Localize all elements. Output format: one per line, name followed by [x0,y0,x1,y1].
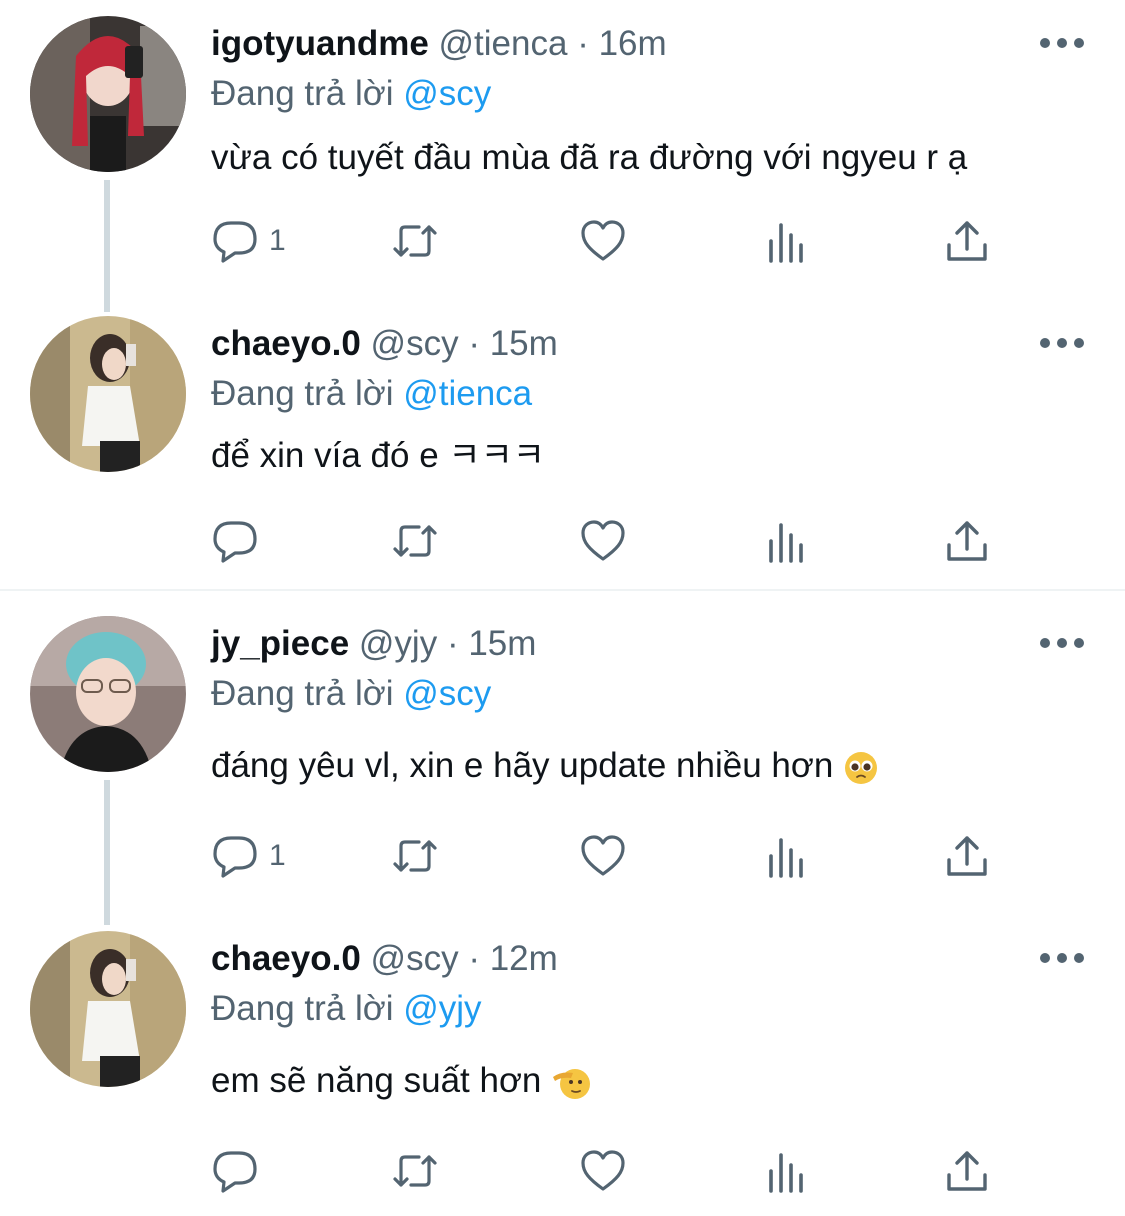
user-handle[interactable]: @scy [371,324,459,363]
retweet-button[interactable] [391,828,439,884]
reply-button[interactable] [211,1143,269,1199]
avatar[interactable] [30,16,186,172]
display-name[interactable]: chaeyo.0 [211,939,361,978]
more-icon[interactable] [1040,638,1084,650]
saluting-face-emoji [553,1068,591,1099]
tweet[interactable]: chaeyo.0 @scy · 12m Đang trả lời @yjy em… [0,915,1125,1216]
reply-icon [213,521,257,563]
share-button[interactable] [943,213,991,269]
tweet[interactable]: igotyuandme @tienca · 16m Đang trả lời @… [0,0,1125,300]
user-handle[interactable]: @scy [371,939,459,978]
replying-to: Đang trả lời @scy [211,670,491,718]
action-bar: 1 [211,828,1031,884]
retweet-icon [393,225,437,257]
share-button[interactable] [943,828,991,884]
display-name[interactable]: chaeyo.0 [211,324,361,363]
retweet-button[interactable] [391,213,439,269]
timestamp[interactable]: 15m [468,624,536,663]
reply-handle-link[interactable]: @tienca [403,374,532,413]
display-name[interactable]: jy_piece [211,624,349,663]
replying-to-label: Đang trả lời [211,674,394,713]
share-icon [947,1151,987,1191]
tweet-divider [0,589,1125,591]
timestamp[interactable]: 12m [490,939,558,978]
avatar[interactable] [30,616,186,772]
reply-handle-link[interactable]: @scy [403,74,491,113]
tweet-text: đáng yêu vl, xin e hãy update nhiều hơn [211,746,834,785]
replying-to-label: Đang trả lời [211,74,394,113]
display-name[interactable]: igotyuandme [211,24,429,63]
like-icon [581,520,625,561]
separator-dot: · [468,324,480,363]
reply-count: 1 [269,839,286,872]
views-icon [769,838,803,878]
more-icon[interactable] [1040,338,1084,350]
views-button[interactable] [763,1143,811,1199]
action-bar [211,1143,1031,1199]
tweet[interactable]: chaeyo.0 @scy · 15m Đang trả lời @tienca… [0,300,1125,590]
reply-button[interactable] [211,513,269,569]
timestamp[interactable]: 15m [490,324,558,363]
share-icon [947,521,987,561]
like-button[interactable] [579,213,627,269]
separator-dot: · [577,24,589,63]
reply-count: 1 [269,224,286,257]
retweet-icon [393,840,437,872]
tweet[interactable]: jy_piece @yjy · 15m Đang trả lời @scy đá… [0,600,1125,915]
tweet-header: chaeyo.0 @scy · 12m [211,935,558,983]
tweet-header: chaeyo.0 @scy · 15m [211,320,558,368]
reply-icon [213,836,257,878]
avatar[interactable] [30,931,186,1087]
retweet-icon [393,525,437,557]
tweet-header: jy_piece @yjy · 15m [211,620,536,668]
tweet-header: igotyuandme @tienca · 16m [211,20,667,68]
tweet-text-row: em sẽ năng suất hơn [211,1057,591,1105]
more-icon[interactable] [1040,38,1084,50]
retweet-button[interactable] [391,1143,439,1199]
reply-button[interactable]: 1 [211,213,286,269]
retweet-icon [393,1155,437,1187]
retweet-button[interactable] [391,513,439,569]
views-button[interactable] [763,213,811,269]
user-handle[interactable]: @yjy [359,624,437,663]
like-icon [581,220,625,261]
like-button[interactable] [579,513,627,569]
reply-icon [213,1151,257,1193]
more-icon[interactable] [1040,953,1084,965]
views-button[interactable] [763,828,811,884]
reply-icon [213,221,257,263]
share-button[interactable] [943,513,991,569]
action-bar: 1 [211,213,1031,269]
reply-handle-link[interactable]: @yjy [403,989,481,1028]
separator-dot: · [446,624,459,663]
like-button[interactable] [579,828,627,884]
views-icon [769,223,803,263]
tweet-text: để xin vía đó e ㅋㅋㅋ [211,436,545,475]
replying-to-label: Đang trả lời [211,989,394,1028]
reply-button[interactable]: 1 [211,828,286,884]
views-icon [769,1153,803,1193]
like-button[interactable] [579,1143,627,1199]
tweet-text: em sẽ năng suất hơn [211,1061,542,1100]
tweet-text-row: đáng yêu vl, xin e hãy update nhiều hơn [211,742,879,790]
tweet-text: vừa có tuyết đầu mùa đã ra đường với ngy… [211,138,968,177]
share-icon [947,221,987,261]
share-button[interactable] [943,1143,991,1199]
separator-dot: · [468,939,480,978]
replying-to-label: Đang trả lời [211,374,394,413]
replying-to: Đang trả lời @scy [211,70,491,118]
replying-to: Đang trả lời @yjy [211,985,482,1033]
avatar[interactable] [30,316,186,472]
reply-handle-link[interactable]: @scy [403,674,491,713]
views-button[interactable] [763,513,811,569]
action-bar [211,513,1031,569]
user-handle[interactable]: @tienca [439,24,568,63]
share-icon [947,836,987,876]
pleading-face-emoji [845,751,878,784]
like-icon [581,835,625,876]
timestamp[interactable]: 16m [599,24,667,63]
views-icon [769,523,803,563]
like-icon [581,1150,625,1191]
replying-to: Đang trả lời @tienca [211,370,532,418]
